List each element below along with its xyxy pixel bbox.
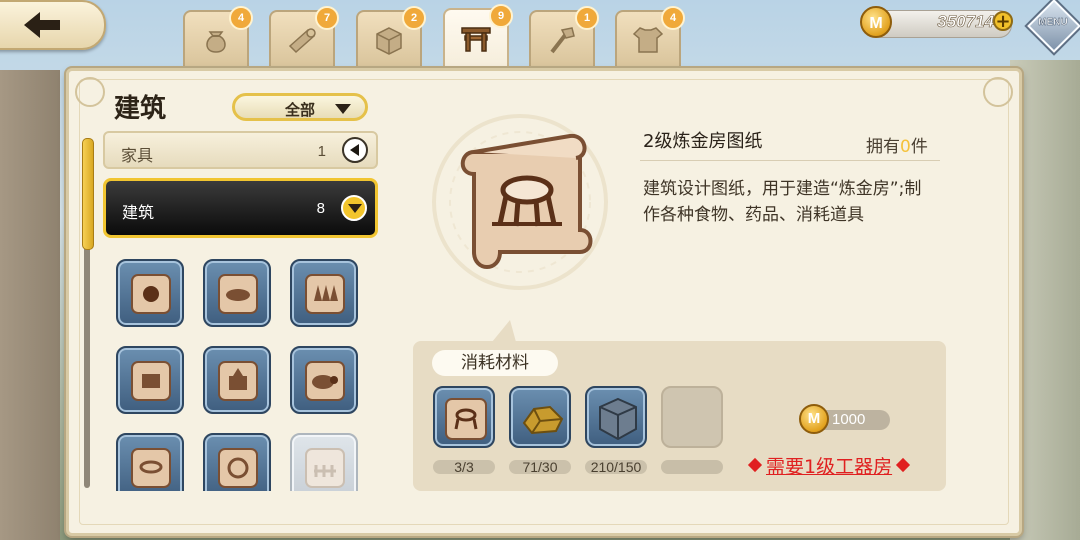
- blueprint-slot[interactable]: [203, 259, 271, 327]
- block-icon: [376, 27, 402, 55]
- diamond-icon: [896, 457, 911, 473]
- tab-blocks[interactable]: 2: [356, 6, 426, 70]
- requirement-text: 需要1级工器房: [766, 456, 893, 478]
- menu-button[interactable]: MENU: [1027, 0, 1080, 53]
- owned-count: 拥有0件: [866, 132, 928, 157]
- category-buildings[interactable]: 建筑 8: [103, 178, 378, 238]
- owned-suffix: 件: [910, 137, 928, 157]
- blueprint-slot[interactable]: [290, 346, 358, 414]
- menu-label: MENU: [1038, 17, 1068, 28]
- material-slot[interactable]: [433, 386, 495, 448]
- blueprint-scroll-icon: [131, 448, 171, 488]
- blueprint-slot[interactable]: [116, 433, 184, 491]
- back-button[interactable]: [0, 0, 106, 50]
- owned-prefix: 拥有: [866, 137, 900, 157]
- material-slot-empty: [661, 386, 723, 448]
- tab-badge: 1: [575, 6, 599, 30]
- scrollbar-thumb[interactable]: [82, 138, 94, 250]
- requirement-link[interactable]: 需要1级工器房: [744, 452, 914, 479]
- blueprint-slot[interactable]: [290, 259, 358, 327]
- coin-amount: 350714: [937, 12, 994, 32]
- pouch-icon: [206, 31, 226, 53]
- collapse-arrow-icon[interactable]: [342, 137, 368, 163]
- log-icon: [288, 28, 316, 54]
- blueprint-slot[interactable]: [116, 346, 184, 414]
- category-name: 家具: [121, 146, 154, 165]
- blueprint-scroll-icon: [218, 274, 258, 314]
- background-wall-left: [0, 70, 60, 540]
- item-name: 2级炼金房图纸: [643, 131, 763, 152]
- material-count: 210/150: [585, 460, 647, 474]
- item-description: 建筑设计图纸，用于建造“炼金房”;制作各种食物、药品、消耗道具: [643, 179, 922, 225]
- bench-icon: [461, 27, 491, 52]
- gold-ore-icon: [522, 405, 564, 435]
- coin-icon: M: [860, 6, 892, 38]
- tab-wood[interactable]: 7: [269, 6, 339, 70]
- blueprint-slot[interactable]: [203, 433, 271, 491]
- material-count: [661, 460, 723, 474]
- blueprint-scroll-icon: [131, 274, 171, 314]
- back-arrow-icon: [24, 12, 60, 38]
- blueprint-slot[interactable]: [203, 346, 271, 414]
- stone-block-icon: [599, 397, 637, 441]
- blueprint-scroll-icon: [305, 274, 345, 314]
- blueprint-scroll-icon: [305, 448, 345, 488]
- chevron-down-icon: [335, 104, 351, 114]
- material-slot[interactable]: [509, 386, 571, 448]
- blueprint-scroll-icon: [218, 361, 258, 401]
- filter-dropdown[interactable]: 全部: [232, 93, 368, 121]
- blueprint-scroll-icon: [218, 448, 258, 488]
- expand-arrow-icon[interactable]: [341, 195, 367, 221]
- blueprint-slot-locked[interactable]: [290, 433, 358, 491]
- tab-equipment[interactable]: 4: [615, 6, 685, 70]
- section-title: 建筑: [114, 94, 167, 124]
- material-slot[interactable]: [585, 386, 647, 448]
- tab-badge: 4: [229, 6, 253, 30]
- add-coins-button[interactable]: +: [993, 11, 1013, 31]
- blueprint-grid: [116, 259, 366, 491]
- tab-badge: 2: [402, 6, 426, 30]
- tab-furniture[interactable]: 9: [443, 4, 513, 74]
- tab-badge: 9: [489, 4, 513, 28]
- material-count: 3/3: [433, 460, 495, 474]
- blueprint-scroll-icon: [305, 361, 345, 401]
- tab-tools[interactable]: 1: [529, 6, 599, 70]
- corner-ornament: [75, 77, 105, 107]
- category-name: 建筑: [122, 203, 155, 222]
- category-count: 8: [316, 200, 325, 217]
- blueprint-icon: [445, 398, 487, 440]
- filter-label: 全部: [285, 101, 316, 119]
- category-furniture[interactable]: 家具 1: [103, 131, 378, 169]
- tab-materials[interactable]: 4: [183, 6, 253, 70]
- tab-badge: 7: [315, 6, 339, 30]
- divider: [640, 160, 940, 161]
- category-count: 1: [317, 143, 326, 160]
- coin-icon: M: [799, 404, 829, 434]
- material-count: 71/30: [509, 460, 571, 474]
- alchemy-blueprint-icon: [432, 114, 608, 290]
- corner-ornament: [983, 77, 1013, 107]
- blueprint-scroll-icon: [131, 361, 171, 401]
- materials-title: 消耗材料: [432, 350, 558, 376]
- diamond-icon: [747, 457, 763, 473]
- armor-icon: [632, 27, 664, 53]
- hammer-icon: [550, 27, 575, 54]
- tab-badge: 4: [661, 6, 685, 30]
- owned-number: 0: [900, 137, 911, 157]
- blueprint-slot[interactable]: [116, 259, 184, 327]
- craft-cost: 1000: [832, 411, 866, 428]
